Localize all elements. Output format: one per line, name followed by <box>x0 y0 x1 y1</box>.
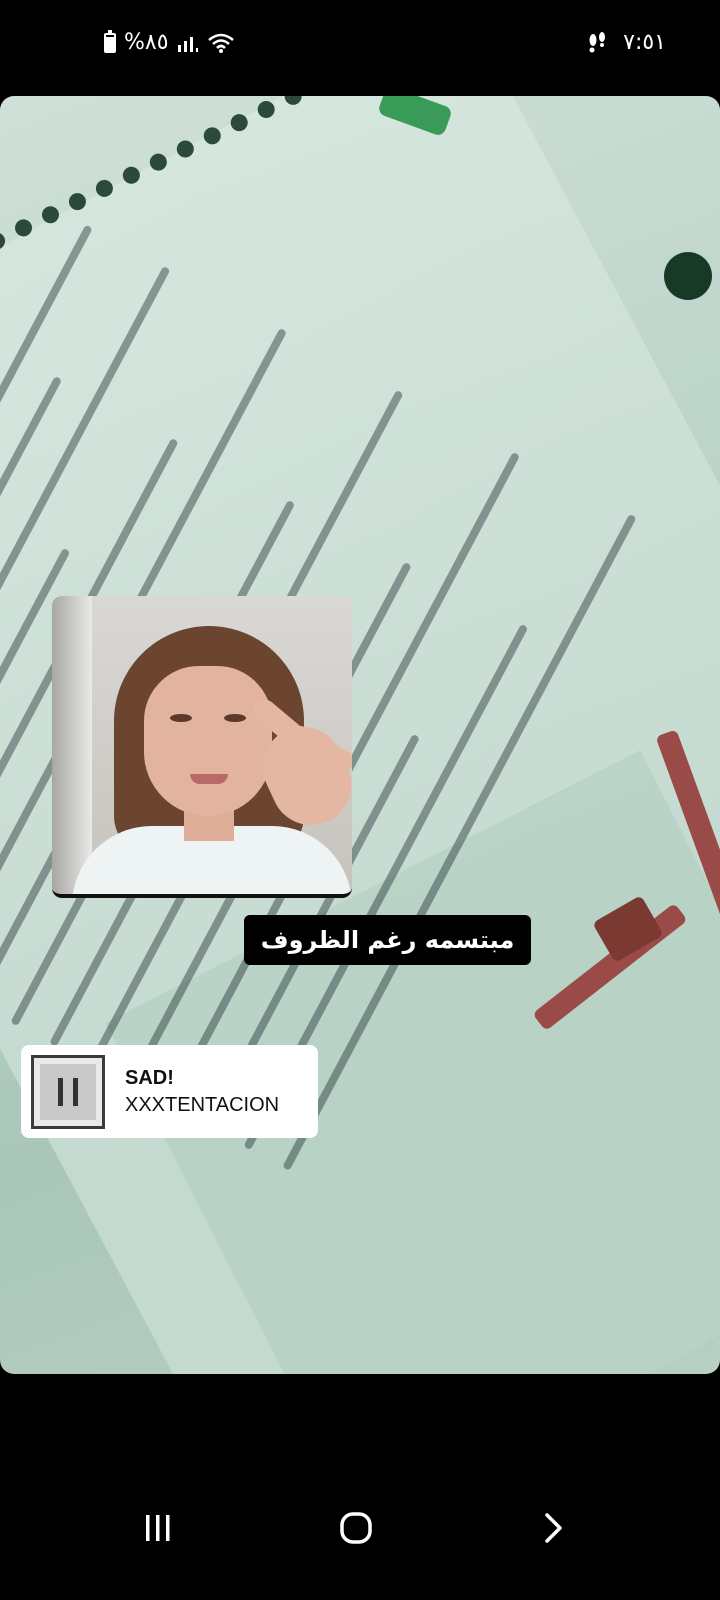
status-left: %٨٥ <box>104 29 235 55</box>
song-artist: XXXTENTACION <box>125 1093 280 1116</box>
music-sticker[interactable]: SAD! XXXTENTACION <box>21 1045 318 1138</box>
battery-icon <box>104 29 116 53</box>
footsteps-icon <box>589 31 606 52</box>
wheel-illustration <box>664 252 712 300</box>
song-title: SAD! <box>125 1066 174 1089</box>
clock: ٧:٥١ <box>623 30 666 55</box>
album-art <box>31 1054 105 1129</box>
status-bar: %٨٥ ٧:٥١ <box>0 0 720 90</box>
back-icon <box>545 1513 562 1543</box>
status-right: ٧:٥١ <box>585 30 666 55</box>
video-sticker[interactable] <box>52 596 352 898</box>
battery-percent: %٨٥ <box>124 30 169 55</box>
navigation-bar <box>0 1480 720 1600</box>
home-button[interactable] <box>326 1508 386 1548</box>
recent-apps-icon <box>146 1515 170 1541</box>
home-icon <box>340 1512 372 1544</box>
recent-apps-button[interactable] <box>128 1508 188 1548</box>
wifi-icon <box>207 33 234 53</box>
back-button[interactable] <box>524 1508 584 1548</box>
signal-icon <box>177 36 198 52</box>
music-info: SAD! XXXTENTACION <box>125 1065 279 1119</box>
caption-text: مبتسمه رغم الظروف <box>244 915 531 965</box>
